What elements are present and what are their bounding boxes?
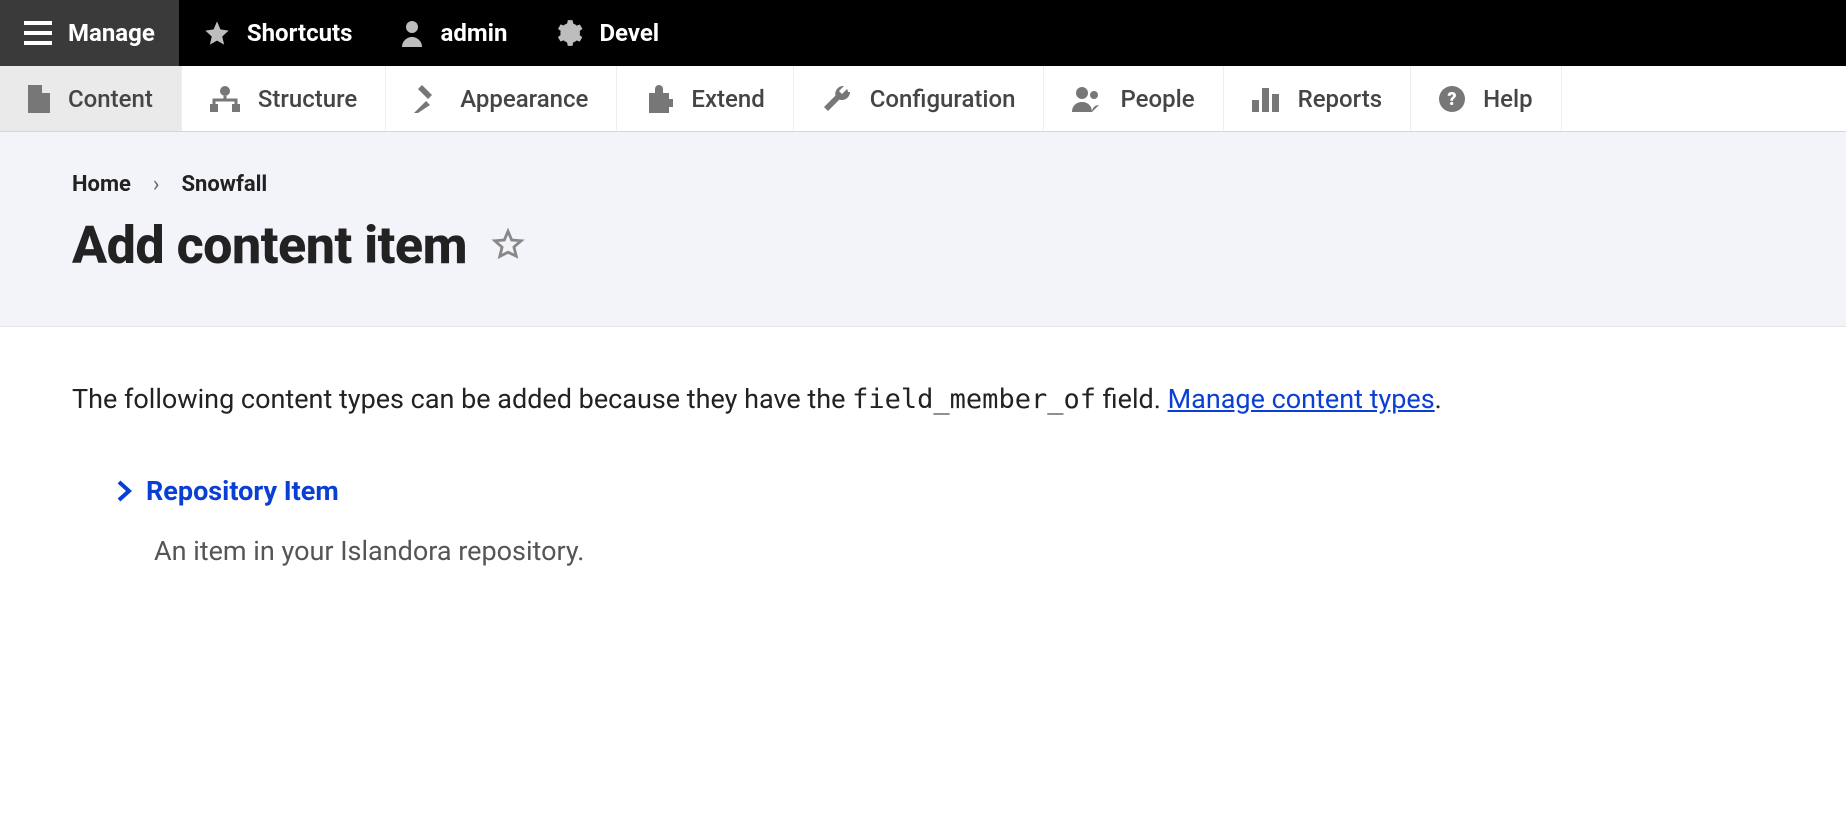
- toolbar-manage-label: Manage: [68, 19, 155, 47]
- intro-field-code: field_member_of: [852, 384, 1096, 415]
- favorite-star-icon[interactable]: [491, 227, 525, 265]
- intro-suffix: field.: [1096, 383, 1168, 415]
- breadcrumb-separator: ›: [153, 172, 160, 197]
- toolbar-devel-label: Devel: [599, 19, 659, 47]
- content-type-link[interactable]: Repository Item: [116, 475, 1774, 507]
- gear-icon: [555, 19, 583, 47]
- people-icon: [1072, 86, 1102, 112]
- chevron-right-icon: [116, 479, 132, 503]
- toolbar-shortcuts[interactable]: Shortcuts: [179, 0, 377, 66]
- content-type-description: An item in your Islandora repository.: [116, 535, 1774, 567]
- content-type-list: Repository Item An item in your Islandor…: [72, 475, 1774, 567]
- toolbar-manage[interactable]: Manage: [0, 0, 179, 66]
- tab-people-label: People: [1120, 85, 1194, 113]
- tab-content-label: Content: [68, 85, 153, 113]
- user-icon: [400, 19, 424, 47]
- page-body: The following content types can be added…: [0, 327, 1846, 623]
- toolbar-user[interactable]: admin: [376, 0, 531, 66]
- bar-chart-icon: [1252, 86, 1280, 112]
- intro-period: .: [1435, 383, 1442, 415]
- content-type-label: Repository Item: [146, 475, 339, 507]
- tab-content[interactable]: Content: [0, 66, 182, 131]
- toolbar-user-label: admin: [440, 19, 507, 47]
- hamburger-icon: [24, 21, 52, 45]
- toolbar-devel[interactable]: Devel: [531, 0, 683, 66]
- intro-text: The following content types can be added…: [72, 383, 1774, 415]
- page-title: Add content item: [72, 215, 467, 276]
- tab-extend-label: Extend: [691, 85, 764, 113]
- wrench-icon: [822, 84, 852, 114]
- tab-reports[interactable]: Reports: [1224, 66, 1411, 131]
- tree-icon: [210, 86, 240, 112]
- page-header: Home › Snowfall Add content item: [0, 132, 1846, 327]
- tab-appearance[interactable]: Appearance: [386, 66, 617, 131]
- svg-text:?: ?: [1447, 89, 1456, 110]
- puzzle-icon: [645, 85, 673, 113]
- star-icon: [203, 19, 231, 47]
- tab-structure-label: Structure: [258, 85, 357, 113]
- gavel-icon: [414, 85, 442, 113]
- breadcrumb-home[interactable]: Home: [72, 172, 131, 197]
- tab-appearance-label: Appearance: [460, 85, 588, 113]
- tab-structure[interactable]: Structure: [182, 66, 386, 131]
- tab-help[interactable]: ? Help: [1411, 66, 1562, 131]
- tab-people[interactable]: People: [1044, 66, 1223, 131]
- breadcrumb-current[interactable]: Snowfall: [182, 172, 268, 197]
- manage-content-types-link[interactable]: Manage content types: [1168, 383, 1435, 415]
- tab-configuration[interactable]: Configuration: [794, 66, 1045, 131]
- help-icon: ?: [1439, 86, 1465, 112]
- admin-toolbar: Manage Shortcuts admin Devel: [0, 0, 1846, 66]
- intro-prefix: The following content types can be added…: [72, 383, 852, 415]
- tab-reports-label: Reports: [1298, 85, 1382, 113]
- tab-configuration-label: Configuration: [870, 85, 1016, 113]
- tab-extend[interactable]: Extend: [617, 66, 793, 131]
- tab-help-label: Help: [1483, 85, 1533, 113]
- admin-subtoolbar: Content Structure Appearance Extend Conf…: [0, 66, 1846, 132]
- breadcrumb: Home › Snowfall: [72, 172, 1774, 197]
- document-icon: [28, 85, 50, 113]
- toolbar-shortcuts-label: Shortcuts: [247, 19, 353, 47]
